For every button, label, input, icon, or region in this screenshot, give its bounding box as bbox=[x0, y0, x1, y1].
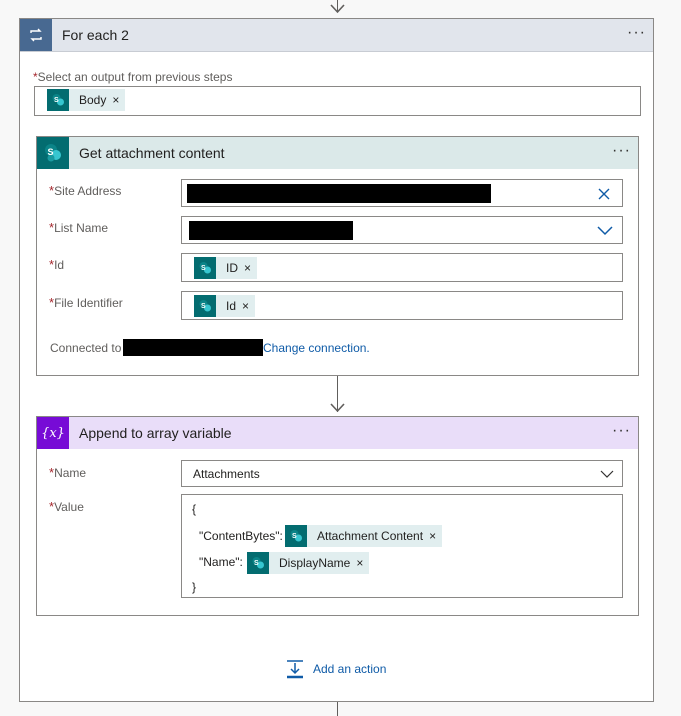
foreach-header[interactable]: For each 2 ··· bbox=[20, 19, 653, 52]
remove-token-icon[interactable]: × bbox=[112, 93, 125, 107]
variable-name-dropdown[interactable]: Attachments bbox=[181, 460, 623, 487]
name-key: "Name": bbox=[199, 555, 243, 569]
add-step-icon bbox=[287, 660, 303, 679]
svg-text:S: S bbox=[292, 533, 297, 540]
content-bytes-key: "ContentBytes": bbox=[199, 529, 283, 543]
get-attachment-header[interactable]: S Get attachment content ··· bbox=[37, 137, 638, 169]
attachment-content-token-label: Attachment Content bbox=[317, 529, 424, 543]
connected-to-label: Connected to bbox=[50, 341, 122, 355]
append-variable-title: Append to array variable bbox=[79, 425, 232, 441]
clear-icon[interactable] bbox=[598, 188, 610, 200]
svg-text:S: S bbox=[48, 147, 54, 157]
id-label: *Id bbox=[49, 257, 64, 272]
foreach-icon-box bbox=[20, 19, 52, 51]
variable-value-label-text: Value bbox=[54, 500, 84, 514]
variable-value-editor[interactable]: { "ContentBytes": S Attachment Content ×… bbox=[181, 494, 623, 598]
svg-text:S: S bbox=[54, 97, 59, 104]
site-address-field[interactable] bbox=[181, 179, 623, 207]
display-name-token-label: DisplayName bbox=[279, 556, 351, 570]
change-connection-link[interactable]: Change connection. bbox=[263, 341, 370, 355]
append-variable-header[interactable]: {x} Append to array variable ··· bbox=[37, 417, 638, 449]
file-identifier-label-text: File Identifier bbox=[54, 296, 123, 310]
json-close-brace: } bbox=[192, 580, 197, 594]
get-attachment-menu-button[interactable]: ··· bbox=[612, 142, 631, 160]
site-address-label: *Site Address bbox=[49, 183, 121, 198]
sharepoint-icon: S bbox=[47, 89, 69, 111]
sharepoint-icon: S bbox=[45, 144, 61, 162]
select-output-field[interactable]: S Body × bbox=[34, 86, 641, 116]
redacted-list-name bbox=[189, 221, 353, 240]
add-action-button[interactable]: Add an action bbox=[285, 659, 386, 679]
svg-text:S: S bbox=[201, 265, 206, 272]
sharepoint-icon: S bbox=[285, 525, 307, 547]
redacted-site-address bbox=[187, 184, 491, 203]
remove-token-icon[interactable]: × bbox=[429, 529, 442, 543]
list-name-label: *List Name bbox=[49, 220, 108, 235]
append-variable-menu-button[interactable]: ··· bbox=[612, 422, 631, 440]
id-label-text: Id bbox=[54, 258, 65, 272]
redacted-connection-name bbox=[123, 339, 263, 356]
add-action-label: Add an action bbox=[313, 662, 387, 676]
list-name-label-text: List Name bbox=[54, 221, 109, 235]
get-attachment-title: Get attachment content bbox=[79, 145, 225, 161]
file-identifier-token[interactable]: S Id × bbox=[194, 295, 256, 317]
display-name-token[interactable]: S DisplayName × bbox=[247, 552, 370, 574]
id-field[interactable]: S ID × bbox=[181, 253, 623, 282]
file-identifier-label: *File Identifier bbox=[49, 295, 123, 310]
middle-connector-arrow-icon bbox=[330, 403, 345, 413]
sharepoint-icon: S bbox=[247, 552, 269, 574]
sharepoint-icon: S bbox=[194, 257, 216, 279]
variable-value-label: *Value bbox=[49, 499, 84, 514]
chevron-down-icon[interactable] bbox=[597, 226, 613, 236]
remove-token-icon[interactable]: × bbox=[356, 556, 369, 570]
loop-icon bbox=[30, 28, 42, 42]
bottom-connector-line bbox=[337, 702, 338, 716]
sharepoint-action-icon-box: S bbox=[37, 137, 69, 169]
body-token-label: Body bbox=[79, 93, 107, 107]
append-variable-card: {x} Append to array variable ··· *Name A… bbox=[36, 416, 639, 616]
attachment-content-token[interactable]: S Attachment Content × bbox=[285, 525, 443, 547]
json-open-brace: { bbox=[192, 502, 197, 516]
foreach-menu-button[interactable]: ··· bbox=[627, 24, 646, 42]
variable-name-label: *Name bbox=[49, 465, 86, 480]
select-output-label: *Select an output from previous steps bbox=[33, 70, 232, 84]
svg-text:S: S bbox=[254, 560, 259, 567]
top-connector-arrow-icon bbox=[330, 4, 345, 14]
sharepoint-icon: S bbox=[194, 295, 216, 317]
variable-name-value: Attachments bbox=[193, 467, 260, 481]
id-token[interactable]: S ID × bbox=[194, 257, 258, 279]
get-attachment-card: S Get attachment content ··· *Site Addre… bbox=[36, 136, 639, 376]
id-token-label: ID bbox=[226, 261, 238, 275]
select-output-label-text: Select an output from previous steps bbox=[37, 70, 233, 84]
body-token[interactable]: S Body × bbox=[47, 89, 126, 111]
svg-text:S: S bbox=[201, 303, 206, 310]
remove-token-icon[interactable]: × bbox=[244, 261, 257, 275]
site-address-label-text: Site Address bbox=[54, 184, 122, 198]
variable-icon-box: {x} bbox=[37, 417, 69, 449]
variable-icon: {x} bbox=[41, 425, 65, 441]
foreach-card: For each 2 ··· *Select an output from pr… bbox=[19, 18, 654, 702]
foreach-title: For each 2 bbox=[62, 27, 129, 43]
remove-token-icon[interactable]: × bbox=[242, 299, 255, 313]
file-identifier-token-label: Id bbox=[226, 299, 237, 313]
chevron-down-icon[interactable] bbox=[600, 470, 614, 479]
list-name-dropdown[interactable] bbox=[181, 216, 623, 244]
file-identifier-field[interactable]: S Id × bbox=[181, 291, 623, 320]
variable-name-label-text: Name bbox=[54, 466, 87, 480]
